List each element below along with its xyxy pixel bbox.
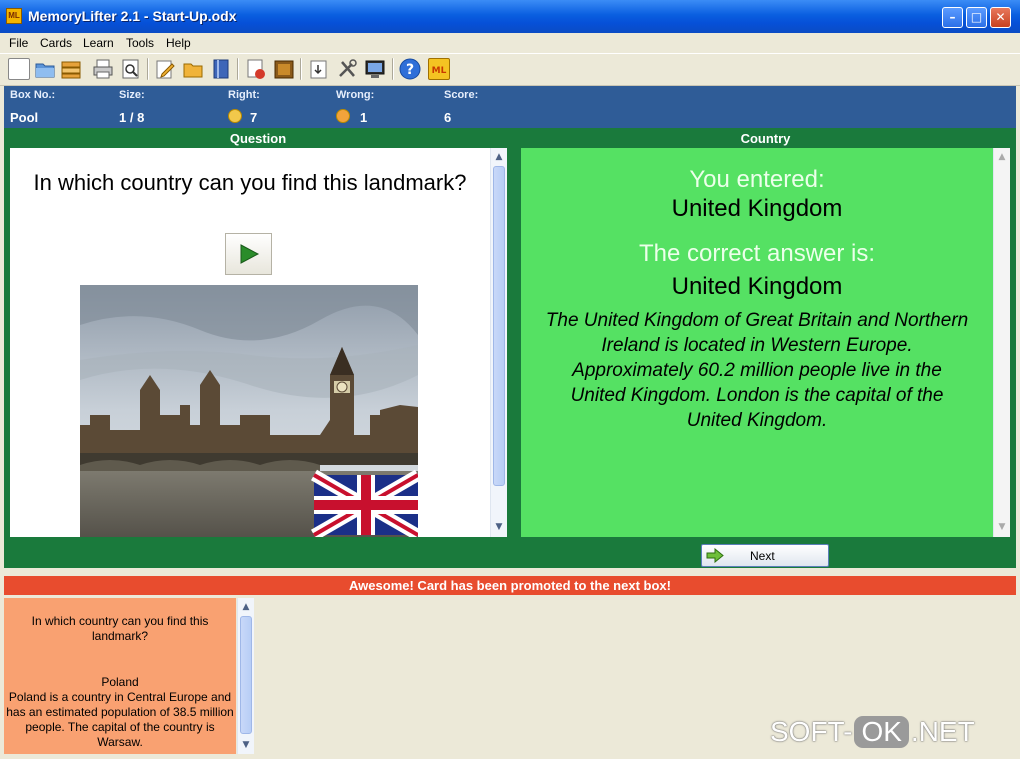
correct-answer-label: The correct answer is: (638, 240, 876, 267)
watermark-ok: OK (854, 716, 909, 748)
menu-tools[interactable]: Tools (126, 36, 154, 50)
scroll-up-icon[interactable]: ▲ (239, 600, 253, 614)
smile-icon (228, 109, 242, 123)
menu-learn[interactable]: Learn (83, 36, 114, 50)
toolbar-separator (147, 58, 149, 80)
window-title: MemoryLifter 2.1 - Start-Up.odx (28, 8, 237, 24)
toolbar-separator (237, 58, 239, 80)
landmark-photo (80, 285, 418, 537)
minimize-button[interactable]: – (942, 7, 963, 28)
folder-icon[interactable] (182, 58, 204, 80)
wrong-label: Wrong: (336, 89, 375, 101)
previous-card-description: Poland is a country in Central Europe an… (6, 690, 234, 749)
stats-bar: Box No.: Pool Size: 1 / 8 Right: 7 Wrong… (4, 86, 1016, 128)
box-no-label: Box No.: (10, 89, 56, 101)
question-pane-header: Question (229, 131, 287, 146)
promotion-banner: Awesome! Card has been promoted to the n… (4, 576, 1016, 595)
svg-text:?: ? (406, 62, 414, 78)
toolbar: ? ML (0, 53, 1020, 86)
answer-scrollbar[interactable]: ▲ ▼ (993, 148, 1010, 537)
watermark-left: SOFT- (770, 716, 853, 747)
size-value: 1 / 8 (119, 110, 145, 125)
close-button[interactable]: ✕ (990, 7, 1011, 28)
import-icon[interactable] (308, 58, 330, 80)
print-preview-icon[interactable] (120, 58, 142, 80)
card-delete-icon[interactable] (245, 58, 267, 80)
close-icon: ✕ (995, 10, 1006, 24)
new-file-icon[interactable] (8, 58, 30, 80)
next-button[interactable]: Next (701, 544, 829, 567)
you-entered-value: United Kingdom (671, 195, 843, 222)
book-icon[interactable] (210, 58, 232, 80)
watermark-right: .NET (910, 716, 975, 747)
open-folder-icon[interactable] (34, 58, 56, 80)
scroll-down-icon[interactable]: ▼ (492, 520, 506, 534)
memorylifter-logo-icon[interactable]: ML (428, 58, 450, 80)
you-entered-label: You entered: (689, 166, 825, 193)
right-value: 7 (250, 110, 258, 125)
question-scrollbar[interactable]: ▲ ▼ (490, 148, 507, 537)
previous-card-answer: Poland (101, 675, 139, 689)
question-text: In which country can you find this landm… (33, 170, 467, 195)
previous-card[interactable]: In which country can you find this landm… (4, 598, 236, 754)
print-icon[interactable] (92, 58, 114, 80)
wrong-value: 1 (360, 110, 368, 125)
menu-file[interactable]: File (9, 36, 28, 50)
question-pane: In which country can you find this landm… (10, 148, 490, 537)
next-arrow-icon (706, 548, 724, 563)
scroll-down-icon[interactable]: ▼ (239, 738, 253, 752)
previous-card-question: In which country can you find this landm… (31, 614, 209, 643)
open-stack-icon[interactable] (60, 58, 82, 80)
tools-icon[interactable] (336, 58, 358, 80)
screen-icon[interactable] (364, 58, 386, 80)
correct-answer-value: United Kingdom (671, 273, 843, 300)
box-no-value: Pool (10, 110, 39, 125)
minimize-icon: – (949, 10, 956, 24)
scroll-thumb[interactable] (493, 166, 505, 486)
maximize-button[interactable]: □ (966, 7, 987, 28)
answer-pane: You entered: United Kingdom The correct … (521, 148, 993, 537)
play-icon (240, 244, 260, 264)
toolbar-separator (392, 58, 394, 80)
menu-help[interactable]: Help (166, 36, 191, 50)
watermark: SOFT- OK .NET (770, 716, 975, 748)
history-scrollbar[interactable]: ▲ ▼ (237, 598, 254, 754)
help-icon[interactable]: ? (399, 58, 421, 80)
size-label: Size: (119, 89, 145, 101)
app-logo-icon: ML (6, 8, 22, 24)
uk-flag-icon (311, 469, 418, 537)
next-button-label: Next (750, 549, 775, 563)
right-label: Right: (228, 89, 260, 101)
scroll-thumb[interactable] (240, 616, 252, 734)
menu-cards[interactable]: Cards (40, 36, 72, 50)
score-label: Score: (444, 89, 479, 101)
scroll-up-icon[interactable]: ▲ (492, 150, 506, 164)
memorylifter-logo-text: ML (432, 66, 447, 76)
edit-card-icon[interactable] (154, 58, 176, 80)
answer-description: The United Kingdom of Great Britain and … (545, 310, 969, 431)
title-bar[interactable]: ML MemoryLifter 2.1 - Start-Up.odx – □ ✕ (0, 0, 1020, 33)
box-icon[interactable] (273, 58, 295, 80)
toolbar-separator (300, 58, 302, 80)
play-audio-button[interactable] (225, 233, 272, 275)
scroll-down-icon[interactable]: ▼ (995, 520, 1009, 534)
maximize-icon: □ (970, 10, 983, 24)
menu-bar: File Cards Learn Tools Help (0, 33, 1020, 53)
scroll-up-icon[interactable]: ▲ (995, 150, 1009, 164)
score-value: 6 (444, 110, 452, 125)
answer-pane-header: Country (740, 131, 791, 146)
frown-icon (336, 109, 350, 123)
